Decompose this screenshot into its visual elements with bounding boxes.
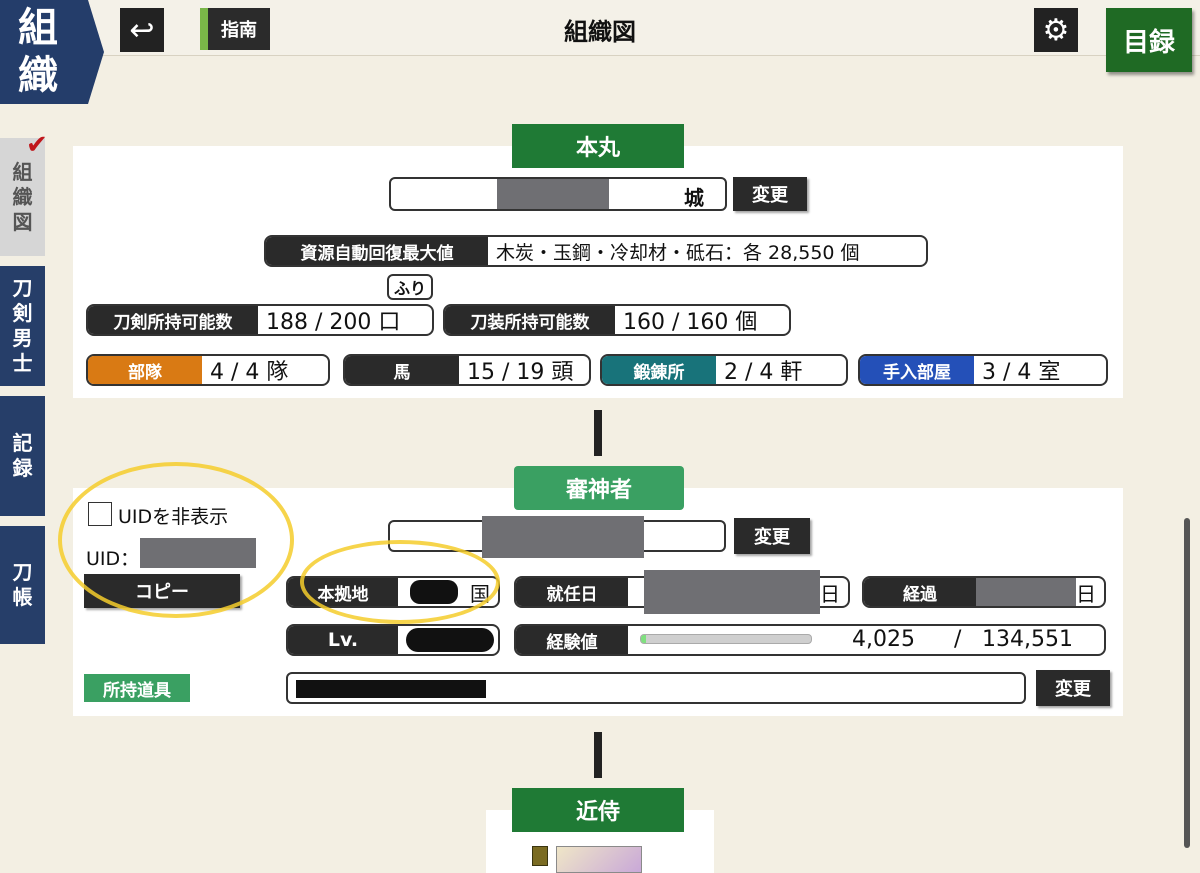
repair-room-value: 3 / 4 室: [982, 360, 1061, 385]
elapsed-days-redacted: [976, 578, 1076, 606]
catalog-button[interactable]: 目録: [1106, 8, 1192, 72]
furi-tag: ふり: [387, 274, 433, 300]
repair-room-row: 手入部屋 3 / 4 室: [858, 354, 1108, 386]
sidebar-tab-sword-book[interactable]: 刀 帳: [0, 526, 45, 644]
items-label: 所持道具: [84, 674, 190, 702]
connector-line-2: [594, 732, 602, 778]
sword-capacity-value: 188 / 200 口: [266, 310, 401, 335]
experience-total: 134,551: [982, 627, 1073, 652]
level-label: Lv.: [288, 626, 398, 654]
settings-button[interactable]: ⚙: [1034, 8, 1078, 52]
appointed-date-redacted: [644, 570, 820, 614]
sword-capacity-row: 刀剣所持可能数 188 / 200 口: [86, 304, 434, 336]
equipment-capacity-value: 160 / 160 個: [623, 310, 758, 335]
sword-capacity-label: 刀剣所持可能数: [88, 306, 258, 334]
attendant-portrait[interactable]: [556, 846, 642, 873]
units-value: 4 / 4 隊: [210, 360, 289, 385]
connector-line: [594, 410, 602, 456]
checkmark-icon: ✔: [26, 130, 48, 160]
experience-value-area: 4,025 / 134,551: [628, 626, 1104, 654]
experience-row: 経験値 4,025 / 134,551: [514, 624, 1106, 656]
equipment-capacity-label: 刀装所持可能数: [445, 306, 615, 334]
repair-room-label: 手入部屋: [860, 356, 974, 384]
forge-row: 鍛錬所 2 / 4 軒: [600, 354, 848, 386]
sidebar-tab-records[interactable]: 記 録: [0, 396, 45, 516]
units-label: 部隊: [88, 356, 202, 384]
experience-progress-fill: [641, 635, 647, 643]
horses-value: 15 / 19 頭: [467, 360, 574, 385]
sidebar-tab-sword-danshi[interactable]: 刀 剣 男 士: [0, 266, 45, 386]
rank-badge-icon: [532, 846, 548, 866]
level-value-redacted: [406, 628, 494, 652]
back-button[interactable]: ↩: [120, 8, 164, 52]
units-row: 部隊 4 / 4 隊: [86, 354, 330, 386]
highlight-ring-uid: [58, 462, 294, 618]
resource-cap-label: 資源自動回復最大値: [266, 237, 488, 265]
experience-separator: /: [954, 627, 962, 652]
elapsed-days-label: 経過: [864, 578, 976, 606]
gear-icon: ⚙: [1042, 12, 1070, 48]
scrollbar[interactable]: [1184, 518, 1190, 848]
castle-suffix: 城: [684, 186, 704, 210]
appointed-date-label: 就任日: [516, 578, 628, 606]
honmaru-title: 本丸: [512, 124, 684, 168]
castle-name-redacted: [497, 179, 609, 209]
horses-row: 馬 15 / 19 頭: [343, 354, 591, 386]
section-corner-badge: 組 織: [0, 0, 104, 104]
highlight-ring-home-base: [300, 540, 500, 624]
change-castle-name-button[interactable]: 変更: [733, 177, 807, 211]
back-arrow-icon: ↩: [129, 12, 155, 48]
saniwa-title: 審神者: [514, 466, 684, 510]
page-title: 組織図: [564, 18, 636, 46]
corner-title-2: 織: [18, 52, 58, 99]
forge-label: 鍛錬所: [602, 356, 716, 384]
experience-label: 経験値: [516, 626, 628, 654]
forge-value: 2 / 4 軒: [724, 360, 803, 385]
horses-label: 馬: [345, 356, 459, 384]
kinji-title: 近侍: [512, 788, 684, 832]
experience-current: 4,025: [852, 627, 915, 652]
change-items-button[interactable]: 変更: [1036, 670, 1110, 706]
items-redacted: [296, 680, 486, 698]
saniwa-name-redacted: [482, 516, 644, 558]
equipment-capacity-row: 刀装所持可能数 160 / 160 個: [443, 304, 791, 336]
corner-title-1: 組: [18, 4, 58, 51]
experience-progress-bar: [640, 634, 812, 644]
resource-cap-row: 資源自動回復最大値 木炭・玉鋼・冷却材・砥石：各 28,550 個: [264, 235, 928, 267]
guide-button[interactable]: 指南: [200, 8, 270, 50]
resource-cap-value: 木炭・玉鋼・冷却材・砥石：各 28,550 個: [496, 241, 860, 264]
change-saniwa-name-button[interactable]: 変更: [734, 518, 810, 554]
